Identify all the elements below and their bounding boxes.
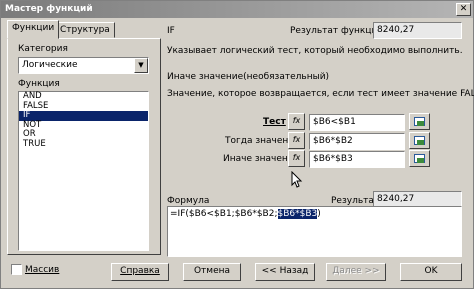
function-result-value: 8240,27 — [377, 25, 415, 35]
formula-editor[interactable]: =IF($B6<$B1;$B6*$B2;$B6*$B3) — [167, 206, 462, 257]
formula-result-value: 8240,27 — [377, 194, 415, 204]
arg-value-then: $B6*$B2 — [313, 136, 353, 146]
next-button-label: Далее >> — [332, 266, 380, 276]
ok-button-label: OK — [424, 266, 438, 276]
back-button[interactable]: << Назад — [255, 263, 315, 281]
category-select[interactable]: Логические ▼ — [18, 57, 149, 74]
title-bar: Мастер функций ✕ — [1, 1, 473, 18]
function-result-field: 8240,27 — [373, 22, 462, 39]
chevron-down-icon[interactable]: ▼ — [134, 58, 148, 73]
function-description: Указывает логический тест, который необх… — [167, 46, 463, 56]
arg-label-test-text: Тест — [263, 117, 286, 127]
mouse-cursor-icon — [291, 171, 303, 188]
arg-input-else[interactable]: $B6*$B3 — [309, 151, 405, 168]
arg-value-test: $B6<$B1 — [313, 117, 356, 127]
array-label-text: Массив — [25, 265, 60, 275]
function-result-label: Результат функции — [290, 26, 384, 36]
cancel-button-label: Отмена — [193, 266, 231, 276]
tab-structure-label: Структура — [60, 25, 110, 35]
fx-icon[interactable]: fx — [288, 132, 305, 149]
array-checkbox[interactable] — [11, 264, 22, 275]
function-wizard-dialog: Мастер функций ✕ Функции Структура Катег… — [0, 0, 474, 289]
function-name: IF — [167, 26, 175, 36]
array-label: Массив — [25, 265, 59, 275]
fx-icon[interactable]: fx — [288, 150, 305, 167]
category-label: Категория — [18, 44, 68, 54]
window-title: Мастер функций — [5, 4, 93, 14]
formula-text: =IF($B6<$B1;$B6*$B2; — [170, 209, 278, 219]
parameter-description: Значение, которое возвращается, если тес… — [167, 89, 474, 99]
formula-label: Формула — [167, 196, 210, 206]
arg-input-test[interactable]: $B6<$B1 — [309, 114, 405, 131]
shrink-icon[interactable] — [409, 132, 430, 149]
function-item-true[interactable]: TRUE — [19, 139, 148, 150]
cancel-button[interactable]: Отмена — [183, 263, 241, 281]
back-button-label: << Назад — [261, 266, 309, 276]
tab-structure[interactable]: Структура — [55, 22, 115, 38]
function-item-not[interactable]: NOT — [19, 120, 148, 131]
category-value: Логические — [22, 60, 78, 70]
shrink-icon[interactable] — [409, 150, 430, 167]
formula-selected-text: $B6*$B3 — [277, 209, 318, 219]
fx-icon[interactable]: fx — [288, 113, 305, 130]
formula-text-end: ) — [317, 209, 321, 219]
function-label: Функция — [18, 79, 60, 89]
parameter-title: Иначе значение(необязательный) — [167, 72, 330, 82]
function-item-false[interactable]: FALSE — [19, 101, 148, 112]
help-button-label: Справка — [120, 266, 160, 276]
tab-functions[interactable]: Функции — [7, 20, 60, 39]
arg-input-then[interactable]: $B6*$B2 — [309, 133, 405, 150]
ok-button[interactable]: OK — [400, 263, 462, 281]
function-list[interactable]: AND FALSE IF NOT OR TRUE — [18, 91, 149, 251]
shrink-icon[interactable] — [409, 113, 430, 130]
next-button[interactable]: Далее >> — [326, 263, 386, 281]
close-icon[interactable]: ✕ — [456, 3, 471, 16]
help-button[interactable]: Справка — [111, 263, 169, 281]
arg-label-test: Тест — [263, 117, 286, 127]
formula-result-label: Результат — [331, 196, 380, 206]
tab-functions-label: Функции — [12, 23, 55, 33]
arg-value-else: $B6*$B3 — [313, 154, 353, 164]
